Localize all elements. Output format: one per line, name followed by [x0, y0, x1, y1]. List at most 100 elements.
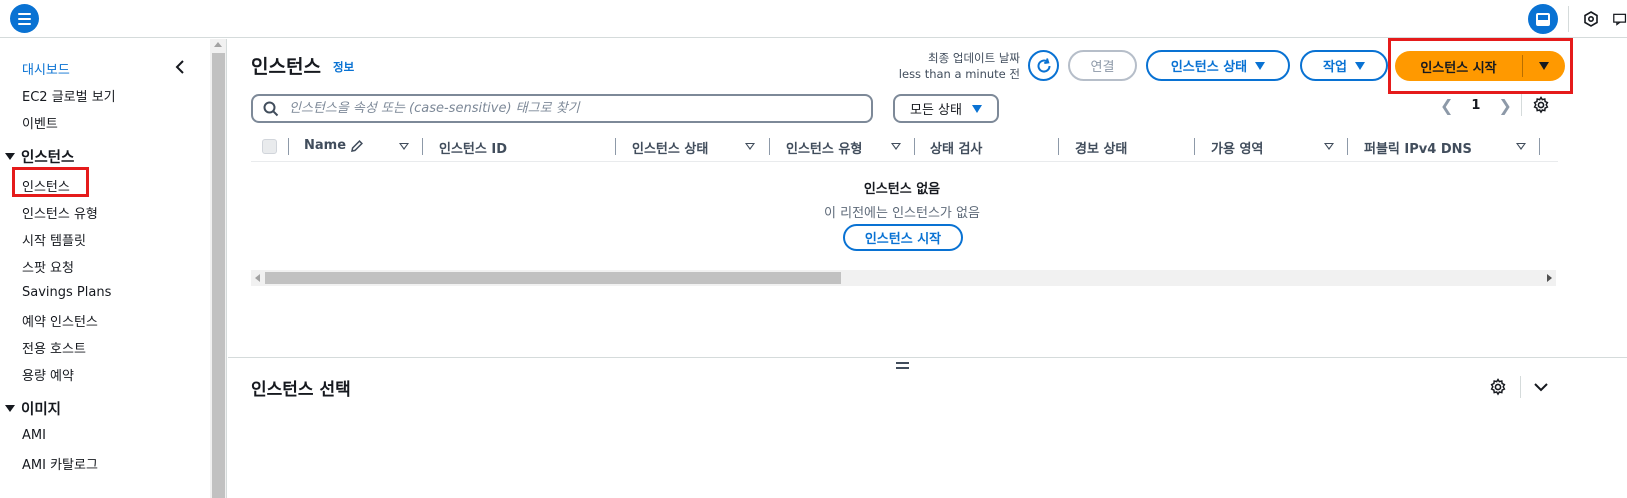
top-bar [0, 0, 1627, 38]
sidebar-item-ec2-global-view[interactable]: EC2 글로벌 보기 [22, 86, 116, 105]
details-panel-title: 인스턴스 선택 [251, 380, 351, 400]
sort-icon[interactable] [745, 143, 755, 150]
column-label: 퍼블릭 IPv4 DNS [1364, 142, 1472, 157]
column-header-alarm-status[interactable]: 경보 상태 [1075, 138, 1127, 157]
empty-state-message: 이 리전에는 인스턴스가 없음 [824, 206, 980, 221]
search-icon [263, 101, 279, 116]
table-header: Name 인스턴스 ID 인스턴스 상태 인스턴스 유형 상태 검사 경보 상태… [251, 132, 1558, 162]
table-horizontal-scrollbar[interactable] [251, 270, 1556, 286]
scroll-right-arrow-icon[interactable] [1547, 274, 1552, 282]
select-all-checkbox[interactable] [262, 139, 277, 154]
next-page-icon[interactable]: ❯ [1498, 96, 1511, 115]
column-divider [1539, 138, 1540, 155]
top-right-tools [1528, 4, 1627, 34]
caret-down-icon [1354, 61, 1365, 70]
actions-button[interactable]: 작업 [1300, 50, 1388, 81]
sidebar-section-instances[interactable]: 인스턴스 [5, 146, 74, 167]
highlight-box [1388, 38, 1573, 94]
sidebar-item-capacity-reservations[interactable]: 용량 예약 [22, 365, 74, 384]
column-header-name[interactable]: Name [304, 138, 364, 153]
sort-icon[interactable] [399, 143, 409, 150]
actions-label: 작업 [1323, 60, 1347, 75]
scroll-up-arrow-icon[interactable] [214, 42, 222, 47]
column-divider [1194, 138, 1195, 155]
column-header-instance-type[interactable]: 인스턴스 유형 [786, 138, 862, 157]
sidebar-item-dedicated-hosts[interactable]: 전용 호스트 [22, 338, 86, 357]
expand-caret-icon [5, 153, 15, 160]
feedback-icon[interactable] [1613, 9, 1627, 29]
sidebar: 대시보드 EC2 글로벌 보기 이벤트 인스턴스 인스턴스 인스턴스 유형 시작… [0, 39, 210, 498]
refresh-icon [1037, 57, 1051, 73]
caret-down-icon [971, 104, 982, 113]
chevron-down-icon[interactable] [1533, 380, 1549, 394]
edit-pencil-icon [351, 139, 363, 152]
column-divider [1058, 138, 1059, 155]
sidebar-section-title: 인스턴스 [21, 150, 75, 166]
toolbar-divider [1521, 94, 1522, 116]
last-updated-value: less than a minute 전 [898, 67, 1020, 81]
column-divider [1347, 138, 1348, 155]
sidebar-item-ami[interactable]: AMI [22, 428, 46, 443]
sidebar-item-savings-plans[interactable]: Savings Plans [22, 285, 111, 300]
toolbar-divider [1568, 6, 1569, 32]
scroll-left-arrow-icon[interactable] [255, 274, 260, 282]
last-updated: 최종 업데이트 날짜 less than a minute 전 [899, 50, 1020, 82]
search-input[interactable] [289, 101, 849, 116]
column-header-instance-id[interactable]: 인스턴스 ID [439, 138, 507, 157]
instance-state-button[interactable]: 인스턴스 상태 [1146, 50, 1290, 81]
previous-page-icon[interactable]: ❮ [1440, 96, 1453, 115]
sidebar-section-images[interactable]: 이미지 [5, 398, 61, 419]
sort-icon[interactable] [1516, 143, 1526, 150]
sidebar-scrollbar[interactable] [210, 39, 227, 498]
column-label: Name [304, 138, 347, 153]
instance-state-label: 인스턴스 상태 [1170, 60, 1248, 75]
column-header-public-ipv4-dns[interactable]: 퍼블릭 IPv4 DNS [1364, 138, 1472, 157]
column-divider [914, 138, 915, 155]
sidebar-item-launch-templates[interactable]: 시작 템플릿 [22, 230, 86, 249]
pagination: ❮ 1 ❯ [1440, 96, 1512, 115]
sidebar-item-reserved-instances[interactable]: 예약 인스턴스 [22, 311, 98, 330]
empty-launch-instances-button[interactable]: 인스턴스 시작 [843, 224, 963, 251]
column-divider [422, 138, 423, 155]
info-link[interactable]: 정보 [333, 59, 354, 75]
column-label: 상태 검사 [930, 142, 983, 157]
sidebar-item-ami-catalog[interactable]: AMI 카탈로그 [22, 454, 98, 473]
column-label: 경보 상태 [1075, 142, 1128, 157]
menu-icon[interactable] [10, 4, 39, 33]
sidebar-item-events[interactable]: 이벤트 [22, 113, 58, 132]
sidebar-section-title: 이미지 [21, 402, 62, 418]
column-header-status-check[interactable]: 상태 검사 [930, 138, 982, 157]
sidebar-item-spot-requests[interactable]: 스팟 요청 [22, 257, 74, 276]
sidebar-item-dashboard[interactable]: 대시보드 [22, 59, 70, 78]
column-label: 인스턴스 유형 [786, 142, 863, 157]
sort-icon[interactable] [1324, 143, 1334, 150]
state-filter-label: 모든 상태 [910, 103, 962, 118]
panel-settings-gear-icon[interactable] [1489, 378, 1507, 396]
panel-toggle-icon[interactable] [1528, 4, 1558, 34]
column-divider [288, 138, 289, 155]
split-panel-divider [228, 357, 1627, 358]
connect-label: 연결 [1090, 60, 1115, 75]
empty-state-title: 인스턴스 없음 [863, 182, 941, 197]
collapse-sidebar-icon[interactable] [173, 59, 187, 75]
settings-hex-icon[interactable] [1581, 9, 1601, 29]
scrollbar-thumb[interactable] [212, 53, 225, 498]
search-field[interactable] [251, 94, 873, 123]
column-label: 인스턴스 상태 [632, 142, 709, 157]
last-updated-label: 최종 업데이트 날짜 [928, 51, 1020, 65]
caret-down-icon [1255, 61, 1266, 70]
current-page[interactable]: 1 [1471, 98, 1480, 113]
toolbar-divider [1520, 376, 1521, 398]
column-label: 가용 영역 [1211, 142, 1264, 157]
connect-button[interactable]: 연결 [1068, 50, 1137, 81]
sort-icon[interactable] [891, 143, 901, 150]
column-header-instance-state[interactable]: 인스턴스 상태 [632, 138, 708, 157]
state-filter-select[interactable]: 모든 상태 [893, 94, 999, 123]
column-header-availability-zone[interactable]: 가용 영역 [1211, 138, 1263, 157]
table-settings-gear-icon[interactable] [1532, 96, 1550, 114]
scrollbar-thumb[interactable] [265, 272, 841, 284]
column-divider [769, 138, 770, 155]
page-title: 인스턴스 [251, 56, 321, 78]
refresh-button[interactable] [1028, 50, 1059, 81]
resize-handle-icon[interactable] [896, 362, 909, 370]
